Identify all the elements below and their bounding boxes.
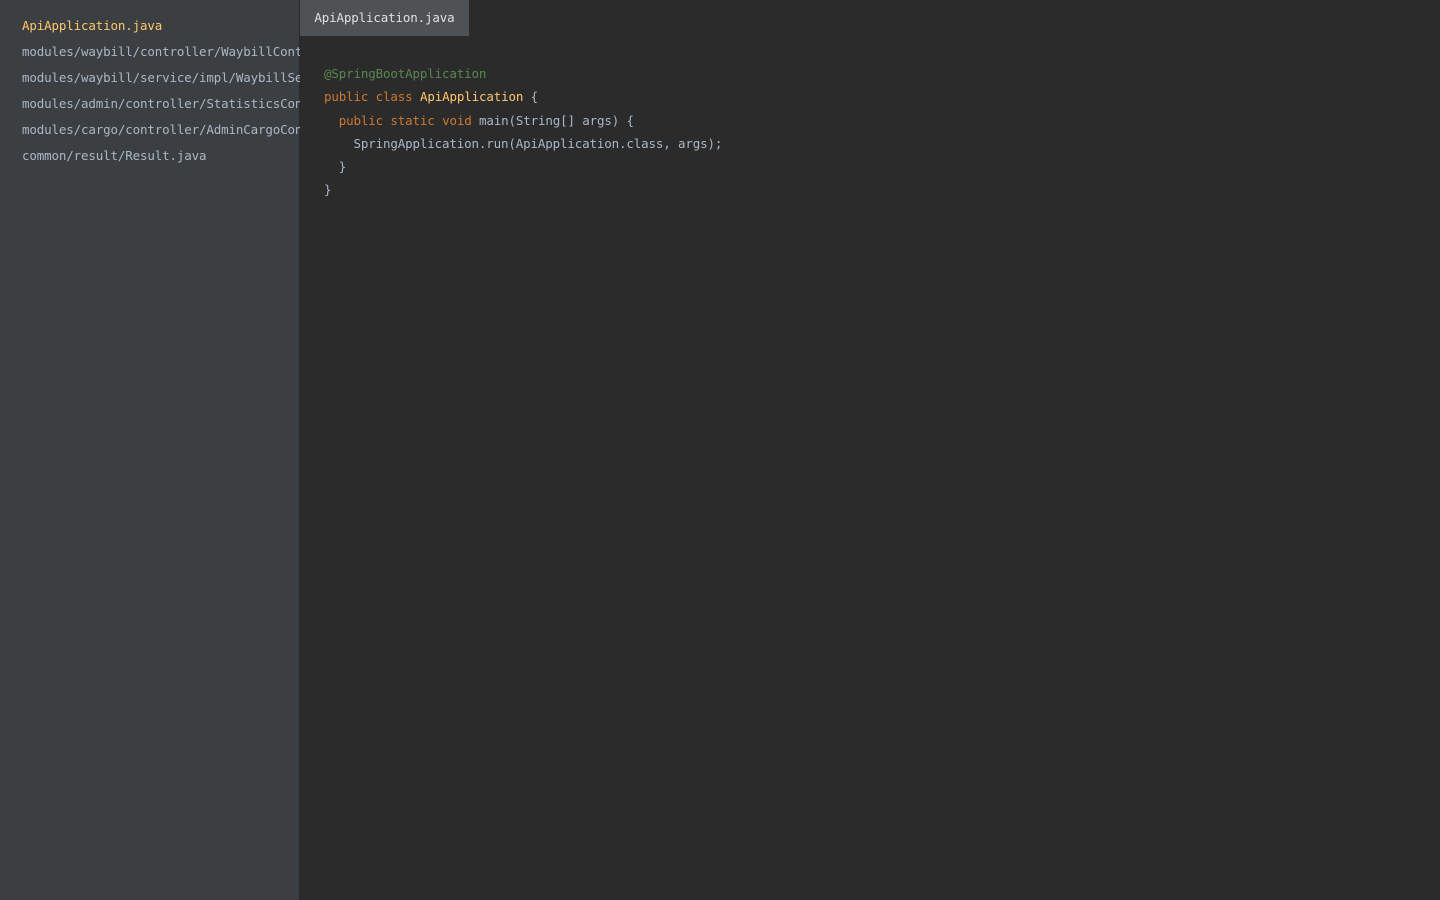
file-item-admin-cargo-controller[interactable]: modules/cargo/controller/AdminCargoContr… xyxy=(22,121,406,147)
code-line-6: } xyxy=(324,178,722,201)
file-item-statistics-controller[interactable]: modules/admin/controller/StatisticsContr… xyxy=(22,95,406,121)
code-text: } xyxy=(324,182,332,198)
keyword-token: void xyxy=(442,112,472,128)
editor-tab-bar: ApiApplication.java xyxy=(300,0,1440,36)
ide-window: ApiApplication.java modules/waybill/cont… xyxy=(0,0,1440,900)
file-list: ApiApplication.java modules/waybill/cont… xyxy=(22,17,406,173)
code-text: { xyxy=(523,89,539,105)
file-sidebar: ApiApplication.java modules/waybill/cont… xyxy=(0,0,406,900)
file-item-waybill-controller[interactable]: modules/waybill/controller/WaybillContro… xyxy=(22,43,406,69)
file-item-api-application[interactable]: ApiApplication.java xyxy=(22,17,406,43)
file-item-waybill-service-impl[interactable]: modules/waybill/service/impl/WaybillServ… xyxy=(22,69,406,95)
code-editor[interactable]: @SpringBootApplication public class ApiAp… xyxy=(300,36,1440,900)
class-name-token: ApiApplication xyxy=(419,89,524,105)
file-item-result[interactable]: common/result/Result.java xyxy=(22,147,406,173)
code-text: main(String[] args) { xyxy=(471,112,634,128)
